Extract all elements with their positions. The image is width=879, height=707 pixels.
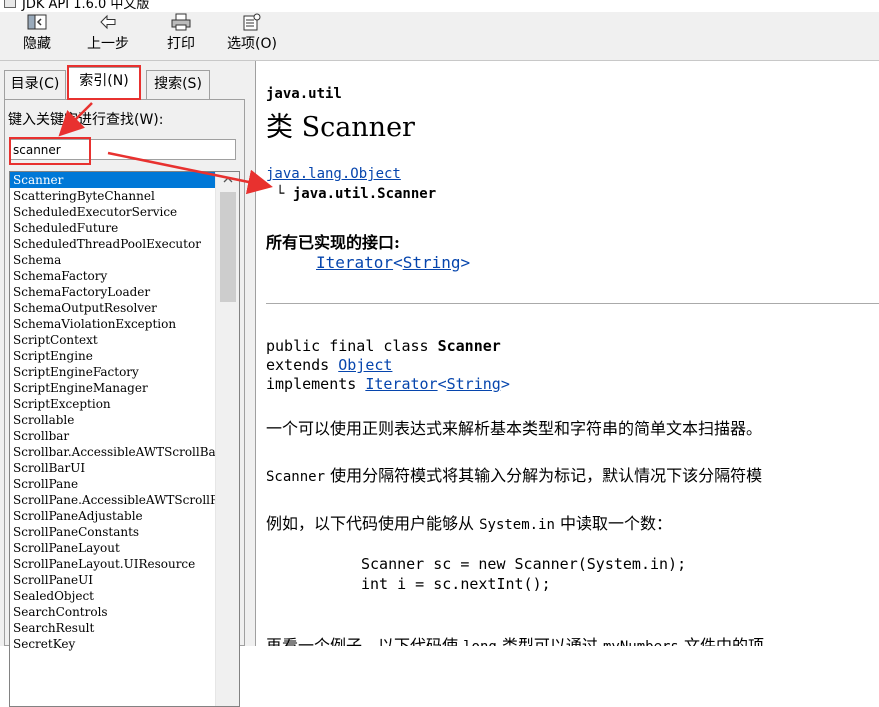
keyword-list-item[interactable]: SchemaViolationException <box>10 316 215 332</box>
para3-text-b: 中读取一个数： <box>554 514 673 533</box>
tab-contents-label: 目录(C) <box>10 76 60 92</box>
para4-code-a: long <box>463 639 497 646</box>
keyword-list-item[interactable]: Schema <box>10 252 215 268</box>
back-label: 上一步 <box>87 36 129 52</box>
print-button[interactable]: 打印 <box>161 12 201 60</box>
description-paragraph-1: 一个可以使用正则表达式来解析基本类型和字符串的简单文本扫描器。 <box>266 419 763 438</box>
implements-iterator-link[interactable]: Iterator <box>365 375 437 393</box>
pane-splitter[interactable] <box>248 61 256 646</box>
keyword-list-item[interactable]: ScheduledFuture <box>10 220 215 236</box>
para4-text-b: 类型可以通过 <box>496 636 603 646</box>
keyword-list-item[interactable]: ScrollPane <box>10 476 215 492</box>
description-paragraph-4: 再看一个例子，以下代码使 long 类型可以通过 myNumbers 文件中的项 <box>266 632 764 646</box>
para4-code-b: myNumbers <box>603 639 679 646</box>
window-title: JDK API 1.6.0 中文版 <box>22 0 150 12</box>
para3-text-a: 例如，以下代码使用户能够从 <box>266 514 480 533</box>
options-button[interactable]: 选项(O) <box>222 12 282 60</box>
keyword-list-item[interactable]: SearchResult <box>10 620 215 636</box>
para4-text-c: 文件中的项 <box>678 636 764 646</box>
back-arrow-icon <box>82 12 134 34</box>
code-line-1: Scanner sc = new Scanner(System.in); <box>361 555 687 573</box>
list-scrollbar[interactable] <box>215 172 239 706</box>
decl-implements-kw: implements <box>266 375 357 393</box>
print-label: 打印 <box>167 36 195 52</box>
decl-modifiers: public final class <box>266 337 429 355</box>
keyword-list-item[interactable]: ScatteringByteChannel <box>10 188 215 204</box>
back-button[interactable]: 上一步 <box>82 12 134 60</box>
interfaces-heading: 所有已实现的接口: <box>266 233 400 252</box>
hierarchy-child: └ java.util.Scanner <box>276 186 437 202</box>
hide-button[interactable]: 隐藏 <box>14 12 60 60</box>
keyword-list-item[interactable]: ScriptEngineManager <box>10 380 215 396</box>
options-icon <box>222 12 282 34</box>
decl-extends-kw: extends <box>266 356 330 374</box>
code-example: Scanner sc = new Scanner(System.in); int … <box>361 554 686 594</box>
keyword-list-item[interactable]: ScrollPaneLayout.UIResource <box>10 556 215 572</box>
keyword-input[interactable] <box>9 139 236 160</box>
extends-object-link[interactable]: Object <box>338 356 392 374</box>
options-label: 选项(O) <box>227 36 277 52</box>
window-titlebar: JDK API 1.6.0 中文版 <box>0 0 879 12</box>
keyword-list-item[interactable]: ScriptEngineFactory <box>10 364 215 380</box>
para2-text: 使用分隔符模式将其输入分解为标记，默认情况下该分隔符模 <box>325 466 763 485</box>
keyword-list-item[interactable]: ScrollBarUI <box>10 460 215 476</box>
keyword-list-item[interactable]: Scrollbar.AccessibleAWTScrollBar <box>10 444 215 460</box>
keyword-list-item[interactable]: SealedObject <box>10 588 215 604</box>
interfaces-list: Iterator<String> <box>316 253 471 272</box>
doc-content: java.util 类 Scanner java.lang.Object └ j… <box>256 61 879 646</box>
package-name: java.util <box>266 86 342 102</box>
keyword-list-item[interactable]: Scrollbar <box>10 428 215 444</box>
class-declaration: public final class Scanner extends Objec… <box>266 337 510 393</box>
tab-search-label: 搜索(S) <box>154 76 202 92</box>
keyword-list[interactable]: Scanner ScatteringByteChannel ScheduledExe… <box>9 171 240 707</box>
toolbar: 隐藏 上一步 打印 选项(O) <box>0 12 879 60</box>
keyword-list-item[interactable]: ScriptEngine <box>10 348 215 364</box>
keyword-list-item[interactable]: Scanner <box>10 172 215 188</box>
keyword-list-item[interactable]: ScrollPaneAdjustable <box>10 508 215 524</box>
keyword-list-item[interactable]: ScrollPaneLayout <box>10 540 215 556</box>
string-link[interactable]: String <box>403 253 461 272</box>
hide-label: 隐藏 <box>23 36 51 52</box>
keyword-list-item[interactable]: ScriptContext <box>10 332 215 348</box>
keyword-list-item[interactable]: SearchControls <box>10 604 215 620</box>
keyword-list-item[interactable]: Scrollable <box>10 412 215 428</box>
keyword-label: 键入关键字进行查找(W): <box>8 112 164 128</box>
keyword-list-item[interactable]: SecretKey <box>10 636 215 652</box>
printer-icon <box>161 12 201 34</box>
app-icon <box>4 0 16 8</box>
code-line-2: int i = sc.nextInt(); <box>361 575 551 593</box>
keyword-list-items: Scanner ScatteringByteChannel ScheduledExe… <box>10 172 215 652</box>
para4-text-a: 再看一个例子，以下代码使 <box>266 636 464 646</box>
tab-index[interactable]: 索引(N) <box>68 67 140 100</box>
navigation-pane: 目录(C) 索引(N) 搜索(S) 键入关键字进行查找(W): Scanner S… <box>0 61 248 707</box>
para2-code: Scanner <box>266 469 326 485</box>
tab-index-label: 索引(N) <box>79 73 129 89</box>
keyword-list-item[interactable]: ScrollPaneUI <box>10 572 215 588</box>
tab-search[interactable]: 搜索(S) <box>146 70 210 100</box>
keyword-list-item[interactable]: SchemaFactoryLoader <box>10 284 215 300</box>
class-title: 类 Scanner <box>266 112 415 143</box>
description-paragraph-2: Scanner 使用分隔符模式将其输入分解为标记，默认情况下该分隔符模 <box>266 462 762 486</box>
para3-code: System.in <box>479 517 555 533</box>
keyword-list-item[interactable]: ScrollPane.AccessibleAWTScrollPane <box>10 492 215 508</box>
keyword-list-item[interactable]: SchemaFactory <box>10 268 215 284</box>
description-paragraph-3: 例如，以下代码使用户能够从 System.in 中读取一个数： <box>266 510 672 534</box>
object-link[interactable]: java.lang.Object <box>266 166 401 182</box>
section-divider <box>266 303 879 304</box>
keyword-list-item[interactable]: ScriptException <box>10 396 215 412</box>
implements-string-link[interactable]: String <box>447 375 501 393</box>
keyword-list-item[interactable]: ScrollPaneConstants <box>10 524 215 540</box>
keyword-list-item[interactable]: ScheduledThreadPoolExecutor <box>10 236 215 252</box>
tab-contents[interactable]: 目录(C) <box>4 70 66 100</box>
keyword-list-item[interactable]: SchemaOutputResolver <box>10 300 215 316</box>
decl-class-name: Scanner <box>437 337 501 355</box>
scroll-thumb[interactable] <box>220 192 236 302</box>
hide-icon <box>14 12 60 34</box>
iterator-link[interactable]: Iterator <box>316 253 393 272</box>
keyword-list-item[interactable]: ScheduledExecutorService <box>10 204 215 220</box>
scroll-up-icon[interactable] <box>216 172 239 189</box>
hierarchy-parent: java.lang.Object <box>266 166 401 182</box>
